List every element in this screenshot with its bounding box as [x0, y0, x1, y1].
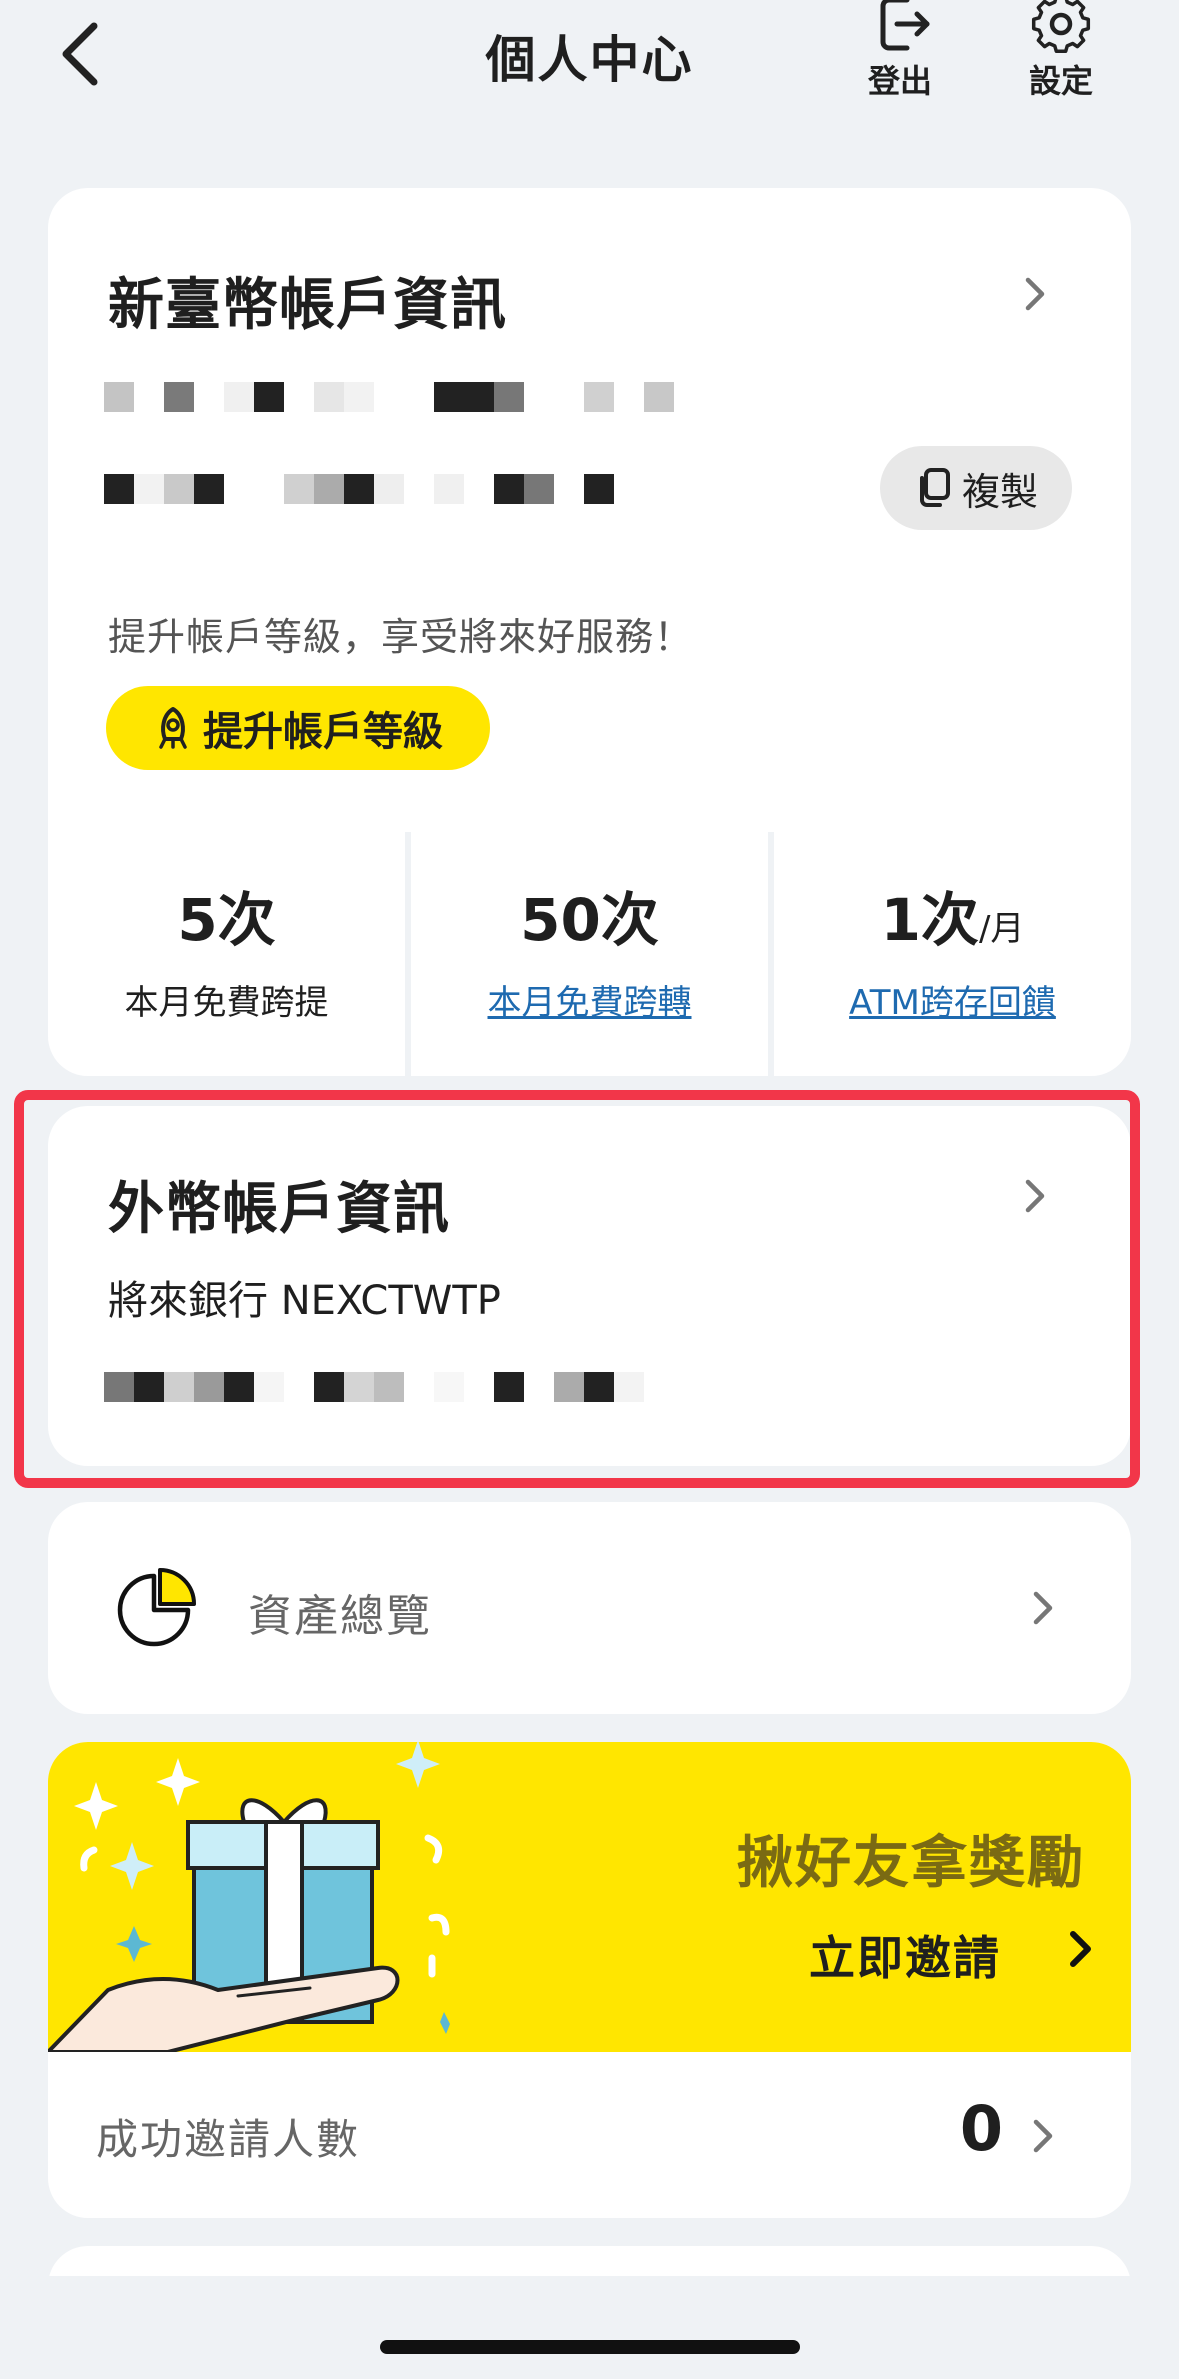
stat-atm-deposit: 1次/月 ATM跨存回饋 [774, 832, 1131, 1076]
chevron-right-icon[interactable] [1028, 1588, 1058, 1628]
highlight-frame [14, 1090, 1140, 1488]
referral-banner[interactable]: 揪好友拿獎勵 立即邀請 [48, 1742, 1131, 2052]
page-title: 個人中心 [485, 31, 694, 89]
masked-account-name [104, 382, 674, 412]
settings-label: 設定 [1028, 62, 1093, 100]
chevron-right-icon[interactable] [1028, 2116, 1058, 2156]
masked-account-number [104, 474, 614, 504]
successful-invites-count: 0 [959, 2092, 1003, 2165]
logout-label: 登出 [867, 62, 932, 100]
upgrade-hint: 提升帳戶等級，享受將來好服務！ [108, 615, 694, 659]
invite-now-link[interactable]: 立即邀請 [809, 1922, 1001, 1988]
asset-overview-card[interactable]: 資產總覽 [48, 1502, 1131, 1714]
pie-chart-icon [117, 1568, 196, 1647]
stat-free-transfer: 50次 本月免費跨轉 [411, 832, 768, 1076]
stat-value: 5次 [177, 886, 276, 954]
logout-button[interactable]: 登出 [845, 0, 955, 102]
stat-link-free-transfer[interactable]: 本月免費跨轉 [411, 975, 768, 1024]
twd-account-title: 新臺幣帳戶資訊 [108, 273, 507, 338]
copy-icon [919, 468, 950, 507]
stat-value: 50次 [520, 886, 659, 954]
bottom-safe-area [0, 2276, 1179, 2379]
benefit-stats: 5次 本月免費跨提 50次 本月免費跨轉 1次/月 ATM跨存回饋 [48, 832, 1131, 1076]
stat-free-withdrawal: 5次 本月免費跨提 [48, 832, 405, 1076]
asset-overview-label: 資產總覽 [248, 1591, 432, 1642]
stat-value: 1次/月 [880, 886, 1025, 954]
header: 個人中心 登出 設定 [0, 0, 1179, 120]
referral-title: 揪好友拿獎勵 [737, 1831, 1085, 1896]
upgrade-account-label: 提升帳戶等級 [203, 709, 443, 755]
gift-illustration [48, 1742, 450, 2052]
home-indicator[interactable] [380, 2340, 800, 2354]
stat-link-atm-deposit[interactable]: ATM跨存回饋 [774, 975, 1131, 1024]
stat-label: 本月免費跨提 [124, 983, 329, 1023]
copy-button[interactable]: 複製 [880, 446, 1072, 530]
rocket-icon [159, 707, 187, 749]
twd-account-card[interactable]: 新臺幣帳戶資訊 複製 提升帳戶等級，享受將來好服務！ 提升帳戶等級 5次 本月免… [48, 188, 1131, 1076]
referral-card[interactable]: 揪好友拿獎勵 立即邀請 成功邀請人數 0 [48, 1742, 1131, 2218]
copy-label: 複製 [961, 469, 1038, 514]
settings-button[interactable]: 設定 [1006, 0, 1116, 102]
upgrade-account-button[interactable]: 提升帳戶等級 [106, 686, 490, 770]
chevron-right-icon[interactable] [1066, 1928, 1096, 1970]
logout-icon [880, 0, 930, 51]
successful-invites-label: 成功邀請人數 [96, 2115, 361, 2164]
chevron-right-icon[interactable] [1020, 274, 1050, 314]
gear-icon [1031, 0, 1091, 54]
